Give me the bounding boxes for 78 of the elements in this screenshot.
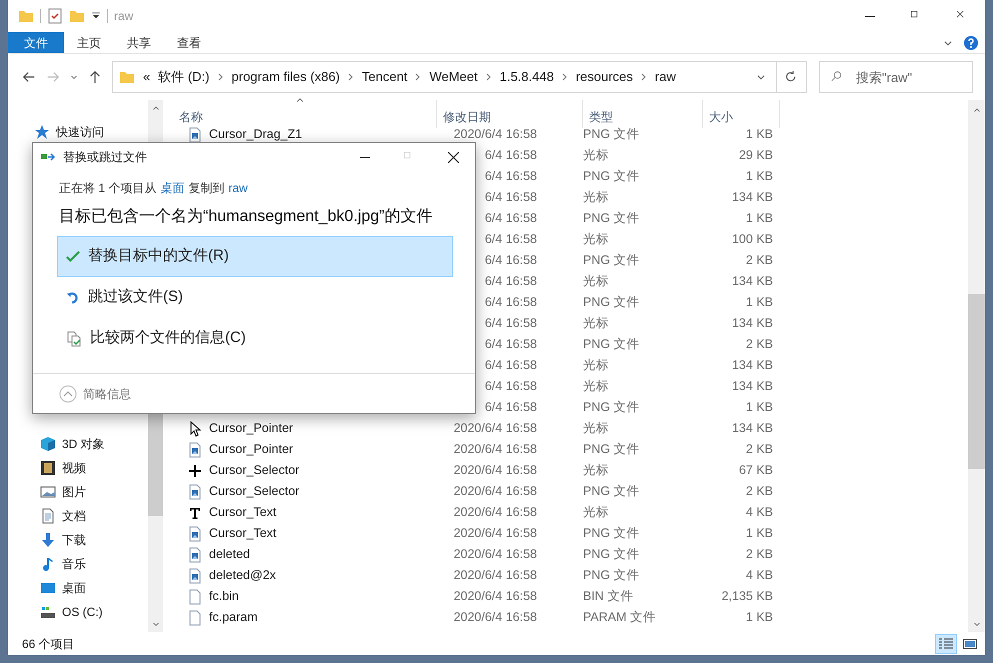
date-cell: 2020/6/4 16:58: [454, 568, 537, 582]
type-cell: 光标: [583, 316, 609, 330]
date-cell: 2020/6/4 16:58: [454, 505, 537, 520]
type-cell: 光标: [583, 274, 609, 288]
size-cell: 67 KB: [738, 463, 773, 478]
date-cell: 6/4 16:58: [484, 295, 537, 310]
type-cell: PNG 文件: [583, 400, 640, 414]
date-cell: 2020/6/4 16:58: [454, 526, 537, 540]
size-cell: 134 KB: [732, 274, 773, 288]
size-cell: 134 KB: [732, 358, 773, 372]
date-cell: 2020/6/4 16:58: [454, 463, 537, 478]
type-cell: PNG 文件: [583, 547, 640, 562]
type-cell: PNG 文件: [583, 295, 640, 310]
type-cell: PNG 文件: [583, 337, 640, 352]
size-cell: 1 KB: [746, 211, 773, 226]
date-cell: 2020/6/4 16:58: [454, 547, 537, 562]
type-cell: PNG 文件: [583, 253, 640, 268]
date-cell: 6/4 16:58: [484, 358, 537, 372]
item-count: 66 个项目: [22, 636, 75, 652]
date-cell: 6/4 16:58: [484, 148, 537, 162]
type-cell: 光标: [583, 463, 609, 478]
date-cell: 2020/6/4 16:58: [454, 442, 537, 456]
date-cell: 6/4 16:58: [484, 337, 537, 352]
date-cell: 6/4 16:58: [484, 316, 537, 330]
size-cell: 1 KB: [746, 526, 773, 540]
type-cell: PNG 文件: [583, 484, 640, 498]
size-cell: 2 KB: [746, 337, 773, 352]
date-cell: 6/4 16:58: [484, 379, 537, 394]
copy-status-text: 复制到: [188, 180, 224, 197]
type-cell: PNG 文件: [583, 526, 640, 540]
date-cell: 6/4 16:58: [484, 190, 537, 204]
date-cell: 2020/6/4 16:58: [454, 610, 537, 624]
size-cell: 4 KB: [746, 505, 773, 520]
type-cell: 光标: [583, 379, 609, 394]
date-cell: 2020/6/4 16:58: [454, 589, 537, 604]
window-title: raw: [114, 8, 134, 25]
size-cell: 134 KB: [732, 190, 773, 204]
copy-status-text: 正在将 1 个项目从: [59, 180, 156, 197]
size-cell: 1 KB: [746, 610, 773, 624]
type-cell: PARAM 文件: [583, 610, 656, 624]
date-cell: 2020/6/4 16:58: [454, 127, 537, 142]
type-cell: 光标: [583, 190, 609, 204]
size-cell: 2,135 KB: [722, 589, 773, 604]
type-cell: PNG 文件: [583, 169, 640, 184]
date-cell: 6/4 16:58: [484, 232, 537, 246]
size-cell: 1 KB: [746, 127, 773, 142]
date-cell: 6/4 16:58: [484, 211, 537, 226]
type-cell: PNG 文件: [583, 568, 640, 582]
date-cell: 6/4 16:58: [484, 253, 537, 268]
size-cell: 134 KB: [732, 421, 773, 436]
size-cell: 134 KB: [732, 379, 773, 394]
type-cell: PNG 文件: [583, 127, 640, 142]
size-cell: 1 KB: [746, 169, 773, 184]
size-cell: 4 KB: [746, 568, 773, 582]
type-cell: 光标: [583, 505, 609, 520]
date-cell: 2020/6/4 16:58: [454, 421, 537, 436]
type-cell: 光标: [583, 232, 609, 246]
date-cell: 6/4 16:58: [484, 169, 537, 184]
size-cell: 134 KB: [732, 316, 773, 330]
size-cell: 2 KB: [746, 253, 773, 268]
size-cell: 1 KB: [746, 400, 773, 414]
type-cell: PNG 文件: [583, 211, 640, 226]
size-cell: 29 KB: [738, 148, 773, 162]
size-cell: 100 KB: [732, 232, 773, 246]
type-cell: BIN 文件: [583, 589, 634, 604]
size-cell: 2 KB: [746, 484, 773, 498]
type-cell: 光标: [583, 421, 609, 436]
date-cell: 6/4 16:58: [484, 400, 537, 414]
type-cell: 光标: [583, 148, 609, 162]
size-cell: 1 KB: [746, 295, 773, 310]
date-cell: 2020/6/4 16:58: [454, 484, 537, 498]
type-cell: PNG 文件: [583, 442, 640, 456]
date-cell: 6/4 16:58: [484, 274, 537, 288]
size-cell: 2 KB: [746, 442, 773, 456]
dialog-title: 替换或跳过文件: [63, 149, 147, 166]
conflict-heading: 目标已包含一个名为“humansegment_bk0.jpg”的文件: [59, 206, 434, 227]
size-cell: 2 KB: [746, 547, 773, 562]
type-cell: 光标: [583, 358, 609, 372]
